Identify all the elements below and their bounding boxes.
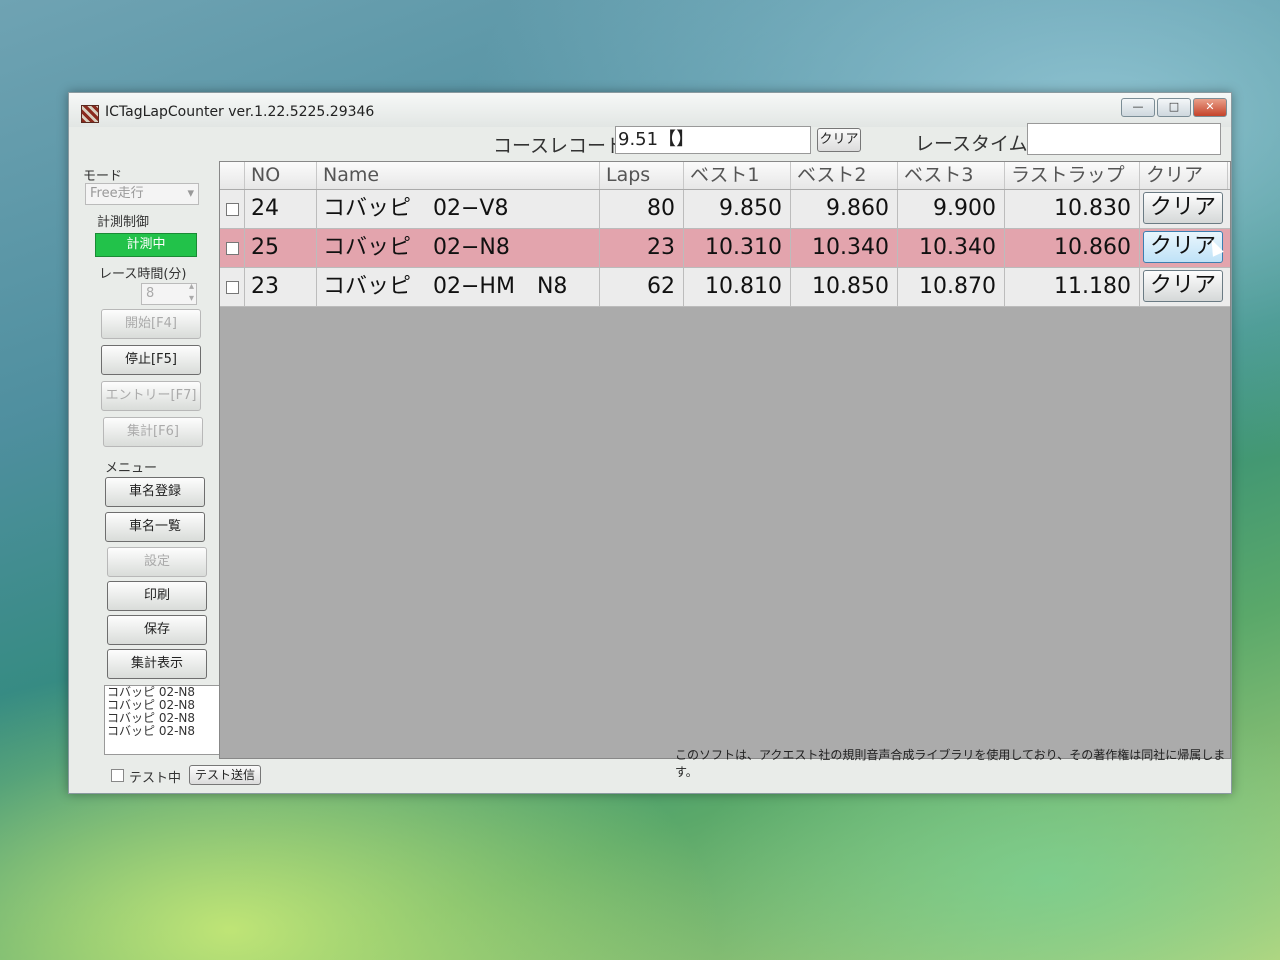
menu-label: メニュー xyxy=(105,461,158,476)
cell-best1: 9.850 xyxy=(684,190,791,228)
cell-no: 23 xyxy=(245,268,317,306)
title-bar[interactable]: ICTagLapCounter ver.1.22.5225.29346 — □ … xyxy=(69,93,1231,127)
cell-no: 24 xyxy=(245,190,317,228)
course-record-field[interactable]: 9.51【】 xyxy=(615,126,811,154)
cell-best2: 10.340 xyxy=(791,229,898,267)
table-row[interactable]: 24 コバッピ 02−V8 80 9.850 9.860 9.900 10.83… xyxy=(220,190,1230,229)
cell-best2: 9.860 xyxy=(791,190,898,228)
cell-laps: 80 xyxy=(600,190,684,228)
name-list-button[interactable]: 車名一覧 xyxy=(105,512,205,542)
cell-last-lap: 10.860 xyxy=(1005,229,1140,267)
header-corner xyxy=(220,162,245,189)
cell-best1: 10.310 xyxy=(684,229,791,267)
column-header-best1[interactable]: ベスト1 xyxy=(684,162,791,189)
list-item: コバッピ 02-N8 xyxy=(107,724,196,738)
row-clear-button[interactable]: クリア xyxy=(1143,192,1223,224)
race-duration-stepper[interactable]: 8 ▴ ▾ xyxy=(141,281,197,305)
mode-select-value: Free走行 xyxy=(90,186,144,201)
row-checkbox[interactable] xyxy=(226,242,239,255)
status-indicator: 計測中 xyxy=(95,233,197,257)
minimize-button[interactable]: — xyxy=(1121,98,1155,117)
race-duration-value: 8 xyxy=(146,286,155,301)
print-button[interactable]: 印刷 xyxy=(107,581,207,611)
save-button[interactable]: 保存 xyxy=(107,615,207,645)
column-header-name[interactable]: Name xyxy=(317,162,600,189)
tally-button[interactable]: 集計[F6] xyxy=(103,417,203,447)
stop-button[interactable]: 停止[F5] xyxy=(101,345,201,375)
mode-select[interactable]: Free走行 ▾ xyxy=(85,183,199,205)
cell-best2: 10.850 xyxy=(791,268,898,306)
cell-no: 25 xyxy=(245,229,317,267)
maximize-button[interactable]: □ xyxy=(1157,98,1191,117)
lap-table: NO Name Laps ベスト1 ベスト2 ベスト3 ラストラップ クリア 2… xyxy=(219,161,1231,759)
course-record-label: コースレコード xyxy=(493,135,626,157)
mode-label: モード xyxy=(83,169,123,184)
row-select-cell[interactable] xyxy=(220,190,245,228)
course-record-clear-button[interactable]: クリア xyxy=(817,128,861,152)
cell-last-lap: 11.180 xyxy=(1005,268,1140,306)
announce-log-list[interactable]: コバッピ 02-N8 コバッピ 02-N8 コバッピ 02-N8 コバッピ 02… xyxy=(104,685,224,755)
column-header-best3[interactable]: ベスト3 xyxy=(898,162,1005,189)
close-button[interactable]: ✕ xyxy=(1193,98,1227,117)
cell-best3: 9.900 xyxy=(898,190,1005,228)
row-checkbox[interactable] xyxy=(226,203,239,216)
app-window: ICTagLapCounter ver.1.22.5225.29346 — □ … xyxy=(68,92,1232,794)
row-select-cell[interactable] xyxy=(220,229,245,267)
control-label: 計測制御 xyxy=(97,215,150,230)
settings-button[interactable]: 設定 xyxy=(107,547,207,577)
table-row[interactable]: 23 コバッピ 02−HM N8 62 10.810 10.850 10.870… xyxy=(220,268,1230,307)
race-time-label: レースタイム xyxy=(915,133,1028,155)
register-name-button[interactable]: 車名登録 xyxy=(105,477,205,507)
cell-best1: 10.810 xyxy=(684,268,791,306)
cell-laps: 62 xyxy=(600,268,684,306)
race-duration-label: レース時間(分) xyxy=(99,267,187,282)
column-header-clear[interactable]: クリア xyxy=(1140,162,1228,189)
tally-display-button[interactable]: 集計表示 xyxy=(107,649,207,679)
test-send-button[interactable]: テスト送信 xyxy=(189,765,261,785)
row-select-cell[interactable] xyxy=(220,268,245,306)
app-icon xyxy=(81,105,99,123)
row-checkbox[interactable] xyxy=(226,281,239,294)
window-title: ICTagLapCounter ver.1.22.5225.29346 xyxy=(105,104,375,120)
spinner-arrows-icon[interactable]: ▴ ▾ xyxy=(189,281,194,305)
cell-laps: 23 xyxy=(600,229,684,267)
column-header-last-lap[interactable]: ラストラップ xyxy=(1005,162,1140,189)
row-clear-button[interactable]: クリア xyxy=(1143,270,1223,302)
table-header: NO Name Laps ベスト1 ベスト2 ベスト3 ラストラップ クリア xyxy=(220,162,1230,190)
test-mode-label: テスト中 xyxy=(129,771,182,786)
start-button[interactable]: 開始[F4] xyxy=(101,309,201,339)
test-mode-checkbox[interactable] xyxy=(111,769,124,782)
column-header-laps[interactable]: Laps xyxy=(600,162,684,189)
cell-best3: 10.340 xyxy=(898,229,1005,267)
cell-name: コバッピ 02−V8 xyxy=(317,190,600,228)
column-header-no[interactable]: NO xyxy=(245,162,317,189)
cell-name: コバッピ 02−N8 xyxy=(317,229,600,267)
cell-best3: 10.870 xyxy=(898,268,1005,306)
race-time-field[interactable] xyxy=(1027,123,1221,155)
column-header-best2[interactable]: ベスト2 xyxy=(791,162,898,189)
entry-button[interactable]: エントリー[F7] xyxy=(101,381,201,411)
cell-last-lap: 10.830 xyxy=(1005,190,1140,228)
status-bar-text: このソフトは、アクエスト社の規則音声合成ライブラリを使用しており、その著作権は同… xyxy=(675,748,1226,779)
table-row[interactable]: 25 コバッピ 02−N8 23 10.310 10.340 10.340 10… xyxy=(220,229,1230,268)
chevron-down-icon: ▾ xyxy=(187,186,194,201)
cell-name: コバッピ 02−HM N8 xyxy=(317,268,600,306)
